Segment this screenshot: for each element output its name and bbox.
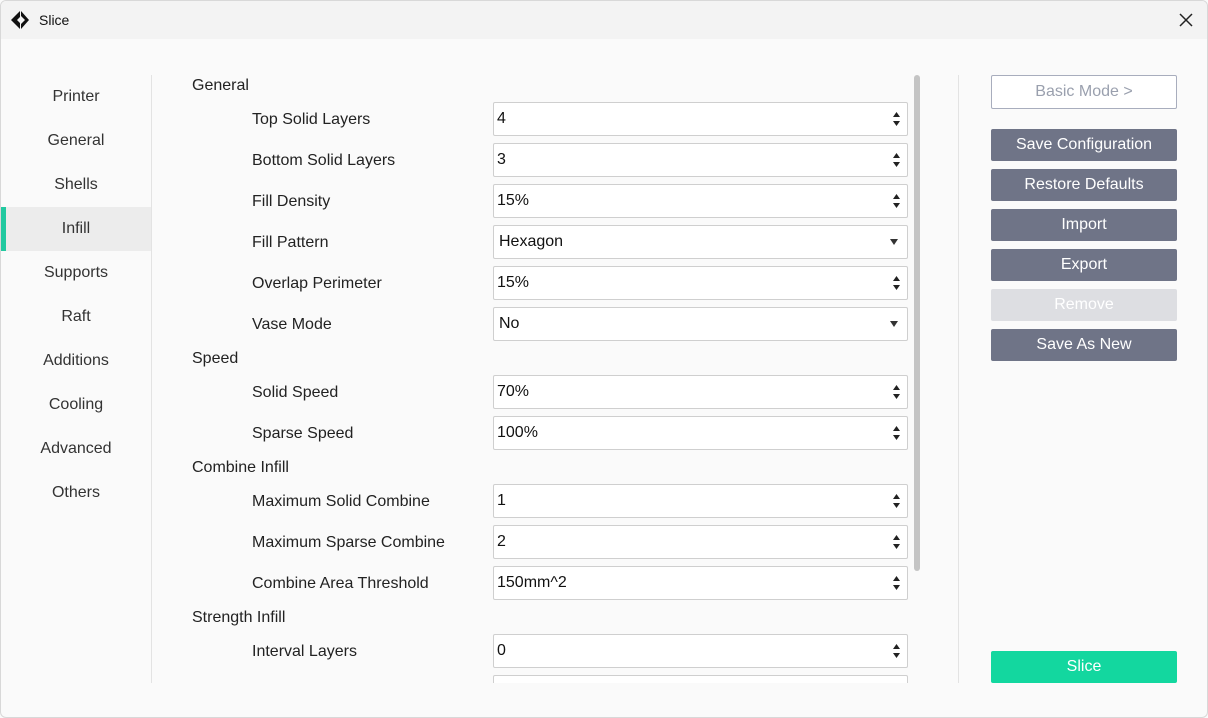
overlap-perimeter-value: 15% xyxy=(497,274,530,291)
close-icon xyxy=(1179,13,1193,27)
spin-arrows-icon[interactable] xyxy=(892,384,901,400)
app-logo-icon xyxy=(11,11,29,29)
close-button[interactable] xyxy=(1173,7,1199,33)
max-solid-combine-label: Maximum Solid Combine xyxy=(252,493,430,510)
spin-arrows-icon[interactable] xyxy=(892,111,901,127)
overlap-perimeter-label: Overlap Perimeter xyxy=(252,275,382,292)
fill-pattern-value: Hexagon xyxy=(499,233,564,250)
sidebar-item-advanced[interactable]: Advanced xyxy=(1,427,151,471)
spin-arrows-icon[interactable] xyxy=(892,493,901,509)
slice-dialog: Slice Printer General Shells Infill Supp… xyxy=(0,0,1208,718)
sidebar-item-infill[interactable]: Infill xyxy=(1,207,151,251)
interval-layers-label: Interval Layers xyxy=(252,643,357,660)
bottom-solid-layers-label: Bottom Solid Layers xyxy=(252,152,396,169)
window-title: Slice xyxy=(39,12,70,28)
max-solid-combine-spinbox[interactable]: 1 xyxy=(493,484,908,518)
partially-visible-field[interactable] xyxy=(493,675,908,683)
sidebar-item-general[interactable]: General xyxy=(1,119,151,163)
fill-density-label: Fill Density xyxy=(252,193,331,210)
remove-button[interactable]: Remove xyxy=(991,289,1177,321)
section-title-speed: Speed xyxy=(192,350,239,367)
chevron-down-icon xyxy=(890,239,898,245)
overlap-perimeter-spinbox[interactable]: 15% xyxy=(493,266,908,300)
sidebar-item-printer[interactable]: Printer xyxy=(1,75,151,119)
vase-mode-value: No xyxy=(499,315,520,332)
basic-mode-button[interactable]: Basic Mode > xyxy=(991,75,1177,109)
settings-sidebar: Printer General Shells Infill Supports R… xyxy=(1,75,151,515)
fill-pattern-label: Fill Pattern xyxy=(252,234,329,251)
title-bar: Slice xyxy=(1,1,1207,39)
section-title-general: General xyxy=(192,77,249,94)
export-button[interactable]: Export xyxy=(991,249,1177,281)
save-configuration-button[interactable]: Save Configuration xyxy=(991,129,1177,161)
sparse-speed-spinbox[interactable]: 100% xyxy=(493,416,908,450)
spin-arrows-icon[interactable] xyxy=(892,193,901,209)
section-title-strength-infill: Strength Infill xyxy=(192,609,286,626)
solid-speed-label: Solid Speed xyxy=(252,384,339,401)
fill-pattern-select[interactable]: Hexagon xyxy=(493,225,908,259)
interval-layers-spinbox[interactable]: 0 xyxy=(493,634,908,668)
sidebar-item-raft[interactable]: Raft xyxy=(1,295,151,339)
section-title-combine-infill: Combine Infill xyxy=(192,459,289,476)
top-solid-layers-value: 4 xyxy=(497,110,506,127)
spin-arrows-icon[interactable] xyxy=(892,275,901,291)
import-button[interactable]: Import xyxy=(991,209,1177,241)
sparse-speed-value: 100% xyxy=(497,424,538,441)
right-panel-divider xyxy=(958,75,959,683)
fill-density-spinbox[interactable]: 15% xyxy=(493,184,908,218)
spin-arrows-icon[interactable] xyxy=(892,534,901,550)
sidebar-item-cooling[interactable]: Cooling xyxy=(1,383,151,427)
interval-layers-value: 0 xyxy=(497,642,506,659)
sidebar-item-shells[interactable]: Shells xyxy=(1,163,151,207)
combine-area-threshold-spinbox[interactable]: 150mm^2 xyxy=(493,566,908,600)
restore-defaults-button[interactable]: Restore Defaults xyxy=(991,169,1177,201)
vase-mode-label: Vase Mode xyxy=(252,316,332,333)
settings-scrollbar-thumb[interactable] xyxy=(914,75,920,571)
max-sparse-combine-label: Maximum Sparse Combine xyxy=(252,534,445,551)
max-sparse-combine-value: 2 xyxy=(497,533,506,550)
save-as-new-button[interactable]: Save As New xyxy=(991,329,1177,361)
spin-arrows-icon[interactable] xyxy=(892,425,901,441)
combine-area-threshold-value: 150mm^2 xyxy=(497,574,567,591)
sidebar-item-supports[interactable]: Supports xyxy=(1,251,151,295)
slice-button[interactable]: Slice xyxy=(991,651,1177,683)
bottom-solid-layers-value: 3 xyxy=(497,151,506,168)
bottom-solid-layers-spinbox[interactable]: 3 xyxy=(493,143,908,177)
sidebar-item-others[interactable]: Others xyxy=(1,471,151,515)
top-solid-layers-label: Top Solid Layers xyxy=(252,111,371,128)
sidebar-item-additions[interactable]: Additions xyxy=(1,339,151,383)
max-solid-combine-value: 1 xyxy=(497,492,506,509)
sparse-speed-label: Sparse Speed xyxy=(252,425,354,442)
spin-arrows-icon[interactable] xyxy=(892,152,901,168)
spin-arrows-icon[interactable] xyxy=(892,643,901,659)
spin-arrows-icon[interactable] xyxy=(892,575,901,591)
solid-speed-value: 70% xyxy=(497,383,530,400)
top-solid-layers-spinbox[interactable]: 4 xyxy=(493,102,908,136)
infill-settings-panel: General Top Solid Layers 4 Bottom Solid … xyxy=(152,75,909,683)
chevron-down-icon xyxy=(890,321,898,327)
max-sparse-combine-spinbox[interactable]: 2 xyxy=(493,525,908,559)
combine-area-threshold-label: Combine Area Threshold xyxy=(252,575,429,592)
fill-density-value: 15% xyxy=(497,192,530,209)
vase-mode-select[interactable]: No xyxy=(493,307,908,341)
solid-speed-spinbox[interactable]: 70% xyxy=(493,375,908,409)
